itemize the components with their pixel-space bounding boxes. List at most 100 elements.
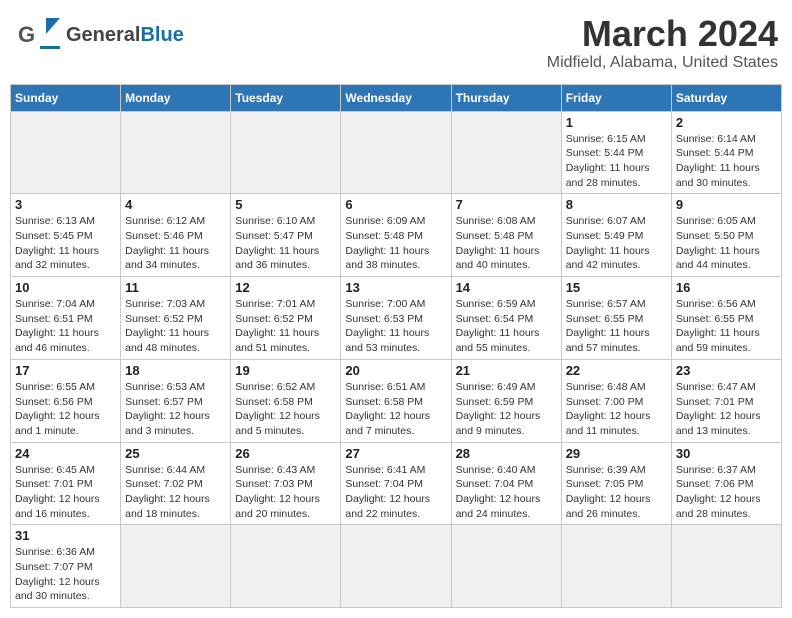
day-number: 28 (456, 446, 557, 461)
calendar-cell (121, 525, 231, 608)
calendar-cell: 18Sunrise: 6:53 AMSunset: 6:57 PMDayligh… (121, 359, 231, 442)
day-number: 26 (235, 446, 336, 461)
day-info: Sunrise: 6:55 AMSunset: 6:56 PMDaylight:… (15, 380, 116, 439)
day-number: 15 (566, 280, 667, 295)
page-header: G GeneralBlue March 2024 Midfield, Alaba… (10, 10, 782, 76)
calendar-cell (341, 111, 451, 194)
calendar-cell: 20 Sunrise: 6:51 AMSunset: 6:58 PMDayligh… (341, 359, 451, 442)
day-number: 29 (566, 446, 667, 461)
day-info: Sunrise: 6:51 AMSunset: 6:58 PMDaylight:… (345, 380, 446, 439)
logo-text: GeneralBlue (66, 24, 184, 47)
calendar-cell: 13Sunrise: 7:00 AMSunset: 6:53 PMDayligh… (341, 277, 451, 360)
month-title: March 2024 (547, 14, 778, 54)
day-number: 12 (235, 280, 336, 295)
calendar-week-3: 10 Sunrise: 7:04 AMSunset: 6:51 PMDayligh… (11, 277, 782, 360)
calendar-cell: 5 Sunrise: 6:10 AMSunset: 5:47 PMDaylight… (231, 194, 341, 277)
day-info: Sunrise: 6:43 AMSunset: 7:03 PMDaylight:… (235, 463, 336, 522)
day-info: Sunrise: 6:40 AMSunset: 7:04 PMDaylight:… (456, 463, 557, 522)
title-section: March 2024 Midfield, Alabama, United Sta… (547, 14, 778, 72)
calendar-cell: 16 Sunrise: 6:56 AMSunset: 6:55 PMDayligh… (671, 277, 781, 360)
day-number: 3 (15, 197, 116, 212)
calendar-cell: 31 Sunrise: 6:36 AMSunset: 7:07 PMDayligh… (11, 525, 121, 608)
day-number: 31 (15, 528, 116, 543)
calendar-cell: 23 Sunrise: 6:47 AMSunset: 7:01 PMDayligh… (671, 359, 781, 442)
day-number: 6 (345, 197, 446, 212)
day-info: Sunrise: 6:56 AMSunset: 6:55 PMDaylight:… (676, 297, 777, 356)
svg-text:G: G (18, 22, 35, 47)
calendar-cell: 28 Sunrise: 6:40 AMSunset: 7:04 PMDayligh… (451, 442, 561, 525)
day-info: Sunrise: 6:08 AMSunset: 5:48 PMDaylight:… (456, 214, 557, 273)
day-info: Sunrise: 6:36 AMSunset: 7:07 PMDaylight:… (15, 545, 116, 604)
day-info: Sunrise: 6:13 AMSunset: 5:45 PMDaylight:… (15, 214, 116, 273)
calendar-cell: 14Sunrise: 6:59 AMSunset: 6:54 PMDayligh… (451, 277, 561, 360)
weekday-header-wednesday: Wednesday (341, 84, 451, 111)
day-number: 5 (235, 197, 336, 212)
day-info: Sunrise: 6:44 AMSunset: 7:02 PMDaylight:… (125, 463, 226, 522)
day-number: 18 (125, 363, 226, 378)
day-info: Sunrise: 6:48 AMSunset: 7:00 PMDaylight:… (566, 380, 667, 439)
day-number: 10 (15, 280, 116, 295)
calendar-cell: 9Sunrise: 6:05 AMSunset: 5:50 PMDaylight… (671, 194, 781, 277)
calendar-cell (671, 525, 781, 608)
day-number: 30 (676, 446, 777, 461)
calendar-cell (11, 111, 121, 194)
calendar-cell: 21Sunrise: 6:49 AMSunset: 6:59 PMDayligh… (451, 359, 561, 442)
logo-icon: G (18, 14, 60, 56)
day-info: Sunrise: 6:07 AMSunset: 5:49 PMDaylight:… (566, 214, 667, 273)
calendar-week-2: 3 Sunrise: 6:13 AMSunset: 5:45 PMDaylight… (11, 194, 782, 277)
day-number: 1 (566, 115, 667, 130)
calendar-cell (451, 525, 561, 608)
day-info: Sunrise: 6:37 AMSunset: 7:06 PMDaylight:… (676, 463, 777, 522)
day-number: 17 (15, 363, 116, 378)
day-info: Sunrise: 6:09 AMSunset: 5:48 PMDaylight:… (345, 214, 446, 273)
day-number: 24 (15, 446, 116, 461)
day-number: 7 (456, 197, 557, 212)
day-number: 14 (456, 280, 557, 295)
weekday-header-tuesday: Tuesday (231, 84, 341, 111)
calendar-week-6: 31 Sunrise: 6:36 AMSunset: 7:07 PMDayligh… (11, 525, 782, 608)
day-info: Sunrise: 6:14 AMSunset: 5:44 PMDaylight:… (676, 132, 777, 191)
day-info: Sunrise: 6:12 AMSunset: 5:46 PMDaylight:… (125, 214, 226, 273)
calendar-cell: 30 Sunrise: 6:37 AMSunset: 7:06 PMDayligh… (671, 442, 781, 525)
day-info: Sunrise: 6:45 AMSunset: 7:01 PMDaylight:… (15, 463, 116, 522)
day-info: Sunrise: 6:05 AMSunset: 5:50 PMDaylight:… (676, 214, 777, 273)
day-number: 2 (676, 115, 777, 130)
calendar-cell: 26 Sunrise: 6:43 AMSunset: 7:03 PMDayligh… (231, 442, 341, 525)
calendar-cell: 11Sunrise: 7:03 AMSunset: 6:52 PMDayligh… (121, 277, 231, 360)
day-info: Sunrise: 6:47 AMSunset: 7:01 PMDaylight:… (676, 380, 777, 439)
logo: G GeneralBlue (18, 14, 184, 56)
day-info: Sunrise: 7:00 AMSunset: 6:53 PMDaylight:… (345, 297, 446, 356)
day-info: Sunrise: 7:01 AMSunset: 6:52 PMDaylight:… (235, 297, 336, 356)
logo-blue: Blue (140, 24, 183, 46)
calendar-week-5: 24 Sunrise: 6:45 AMSunset: 7:01 PMDayligh… (11, 442, 782, 525)
day-number: 21 (456, 363, 557, 378)
day-number: 23 (676, 363, 777, 378)
calendar-cell: 6 Sunrise: 6:09 AMSunset: 5:48 PMDaylight… (341, 194, 451, 277)
day-number: 16 (676, 280, 777, 295)
day-info: Sunrise: 6:10 AMSunset: 5:47 PMDaylight:… (235, 214, 336, 273)
calendar-cell (231, 111, 341, 194)
calendar-cell: 29 Sunrise: 6:39 AMSunset: 7:05 PMDayligh… (561, 442, 671, 525)
calendar-cell: 24 Sunrise: 6:45 AMSunset: 7:01 PMDayligh… (11, 442, 121, 525)
calendar-cell: 12 Sunrise: 7:01 AMSunset: 6:52 PMDayligh… (231, 277, 341, 360)
day-info: Sunrise: 6:15 AMSunset: 5:44 PMDaylight:… (566, 132, 667, 191)
day-info: Sunrise: 7:04 AMSunset: 6:51 PMDaylight:… (15, 297, 116, 356)
day-info: Sunrise: 6:52 AMSunset: 6:58 PMDaylight:… (235, 380, 336, 439)
weekday-header-thursday: Thursday (451, 84, 561, 111)
weekday-header-saturday: Saturday (671, 84, 781, 111)
day-number: 25 (125, 446, 226, 461)
calendar-cell: 7 Sunrise: 6:08 AMSunset: 5:48 PMDaylight… (451, 194, 561, 277)
calendar-cell: 2 Sunrise: 6:14 AMSunset: 5:44 PMDaylight… (671, 111, 781, 194)
day-info: Sunrise: 6:39 AMSunset: 7:05 PMDaylight:… (566, 463, 667, 522)
day-number: 27 (345, 446, 446, 461)
weekday-header-sunday: Sunday (11, 84, 121, 111)
calendar-cell: 27 Sunrise: 6:41 AMSunset: 7:04 PMDayligh… (341, 442, 451, 525)
day-number: 22 (566, 363, 667, 378)
day-info: Sunrise: 6:41 AMSunset: 7:04 PMDaylight:… (345, 463, 446, 522)
calendar-cell (451, 111, 561, 194)
logo-general: General (66, 24, 140, 46)
day-number: 4 (125, 197, 226, 212)
day-number: 20 (345, 363, 446, 378)
weekday-header-monday: Monday (121, 84, 231, 111)
calendar-cell: 17 Sunrise: 6:55 AMSunset: 6:56 PMDayligh… (11, 359, 121, 442)
